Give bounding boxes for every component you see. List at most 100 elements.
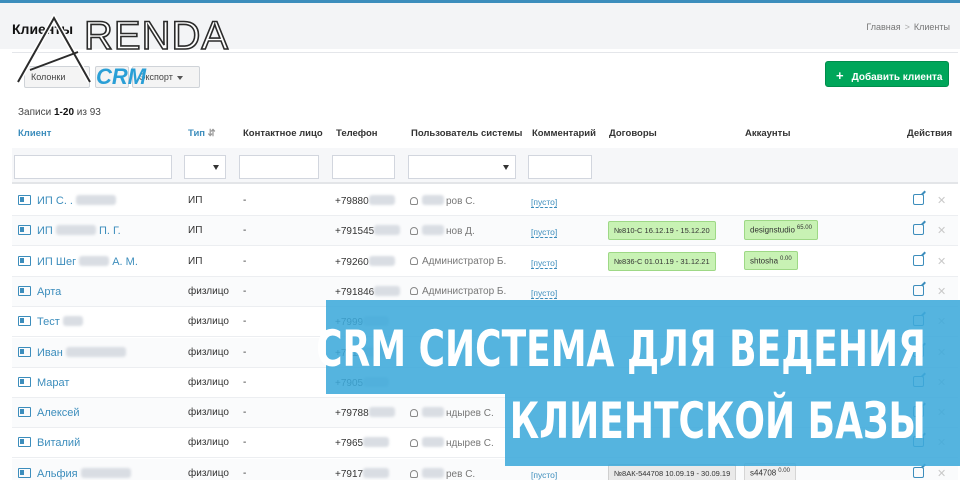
- client-name: Иван: [37, 346, 63, 359]
- client-name-link[interactable]: ИП П. Г.: [18, 225, 121, 237]
- contact-person: -: [243, 407, 247, 419]
- redacted-text: [80, 467, 131, 478]
- edit-icon[interactable]: [913, 466, 924, 478]
- client-name-link[interactable]: Тест: [18, 316, 83, 328]
- delete-icon[interactable]: ✕: [937, 255, 946, 268]
- client-name-link[interactable]: Арта: [18, 285, 62, 298]
- client-name-link[interactable]: Иван: [18, 346, 126, 359]
- system-user-name: ров С.: [446, 196, 476, 207]
- client-name-link[interactable]: Марат: [18, 376, 70, 389]
- logo-brand: RENDA: [83, 13, 230, 59]
- client-card-icon: [18, 195, 31, 205]
- redacted-text: [363, 437, 390, 448]
- comment-editable[interactable]: [пусто]: [531, 197, 558, 208]
- promo-headline-line2: КЛИЕНТСКОЙ БАЗЫ: [509, 392, 926, 450]
- user-icon: [410, 256, 418, 265]
- system-user: ров С.: [410, 195, 475, 207]
- system-user-name: рев С.: [446, 468, 476, 480]
- client-name-link[interactable]: ИП Шег А. М.: [18, 255, 138, 268]
- redacted-text: [368, 407, 395, 418]
- system-user-name: ндырев С.: [446, 438, 494, 450]
- phone-cell: +7965: [335, 437, 390, 450]
- summary-range: 1-20: [53, 107, 74, 118]
- edit-icon[interactable]: [913, 194, 924, 205]
- contract-tag[interactable]: №8АК-544708 10.09.19 - 30.09.19: [608, 463, 737, 480]
- edit-icon[interactable]: [913, 254, 924, 266]
- delete-icon[interactable]: ✕: [937, 224, 946, 237]
- phone-number: +79880: [335, 196, 369, 207]
- delete-icon[interactable]: ✕: [937, 194, 946, 207]
- filter-type-select[interactable]: [184, 155, 226, 179]
- col-contracts-header: Договоры: [609, 128, 657, 139]
- client-name-link[interactable]: ИП С. .: [18, 195, 117, 207]
- phone-number: +7917: [335, 468, 364, 480]
- client-name-link[interactable]: Алексей: [18, 407, 80, 419]
- contact-person: -: [243, 195, 247, 206]
- filter-phone-input[interactable]: [332, 155, 395, 179]
- col-accounts-header: Аккаунты: [745, 128, 791, 139]
- client-type: физлицо: [188, 437, 229, 449]
- table-row[interactable]: ИП Шег А. М. ИП - +79260 Администратор Б. [пу…: [12, 247, 958, 277]
- col-type-header[interactable]: Тип ⇵: [188, 128, 216, 139]
- sort-icon: ⇵: [207, 128, 216, 139]
- redacted-text: [62, 316, 83, 327]
- system-user-name: Администратор Б.: [422, 285, 507, 297]
- delete-icon[interactable]: ✕: [937, 285, 946, 298]
- filter-contact-input[interactable]: [239, 155, 319, 179]
- add-client-button[interactable]: + Добавить клиента: [825, 61, 949, 87]
- breadcrumb-current: Клиенты: [913, 22, 950, 32]
- client-name: Арта: [37, 285, 62, 298]
- contract-tag[interactable]: №836-С 01.01.19 - 31.12.21: [608, 251, 716, 271]
- comment-editable[interactable]: [пусто]: [531, 258, 558, 269]
- system-user: рев С.: [410, 467, 476, 480]
- client-card-icon: [18, 225, 31, 236]
- delete-icon[interactable]: ✕: [937, 467, 946, 480]
- contact-person: -: [243, 255, 247, 267]
- col-user-header: Пользователь системы: [411, 128, 523, 139]
- redacted-text: [422, 195, 444, 205]
- client-card-icon: [18, 346, 31, 357]
- system-user: ндырев С.: [410, 437, 494, 449]
- col-client-header[interactable]: Клиент: [18, 128, 51, 139]
- phone-cell: +7917: [335, 467, 390, 480]
- account-tag[interactable]: designstudio 65.00: [744, 220, 818, 240]
- filter-user-select[interactable]: [408, 155, 516, 179]
- phone-cell: +79788: [335, 407, 395, 419]
- phone-cell: +79880: [335, 195, 395, 207]
- redacted-text: [368, 255, 395, 266]
- table-row[interactable]: ИП С. . ИП - +79880 ров С. [пусто] ✕: [12, 186, 958, 216]
- account-tag[interactable]: shtosha 0.00: [744, 250, 798, 271]
- client-name: Марат: [37, 376, 70, 389]
- client-type: ИП: [188, 195, 203, 206]
- client-type: физлицо: [188, 285, 229, 297]
- contact-person: -: [243, 346, 247, 358]
- filter-comment-input[interactable]: [528, 155, 592, 179]
- edit-icon[interactable]: [913, 224, 924, 236]
- user-icon: [410, 227, 418, 236]
- table-row[interactable]: ИП П. Г. ИП - +791545 нов Д. [пусто] №810-С 16…: [12, 216, 958, 247]
- redacted-text: [422, 467, 444, 478]
- client-type: физлицо: [188, 376, 229, 388]
- client-name-link[interactable]: Альфия: [18, 467, 131, 480]
- edit-icon[interactable]: [913, 284, 924, 296]
- phone-number: +79260: [335, 256, 369, 268]
- client-name-link[interactable]: Виталий: [18, 437, 80, 449]
- client-type: физлицо: [188, 346, 229, 358]
- client-name: ИП: [37, 225, 53, 238]
- breadcrumb-home-link[interactable]: Главная: [866, 22, 900, 32]
- phone-number: +7965: [335, 438, 364, 450]
- plus-icon: +: [836, 68, 844, 83]
- comment-editable[interactable]: [пусто]: [531, 470, 558, 480]
- client-card-icon: [18, 255, 31, 266]
- client-card-icon: [18, 467, 31, 478]
- filter-client-input[interactable]: [14, 155, 172, 179]
- col-phone-header: Телефон: [336, 128, 378, 139]
- comment-editable[interactable]: [пусто]: [531, 288, 558, 299]
- redacted-text: [422, 437, 444, 448]
- contract-tag[interactable]: №810-С 16.12.19 - 15.12.20: [608, 221, 716, 241]
- comment-editable[interactable]: [пусто]: [531, 227, 558, 239]
- records-summary: Записи 1-20 из 93: [18, 107, 101, 118]
- user-icon: [410, 439, 418, 448]
- redacted-text: [55, 225, 96, 236]
- client-name: ИП Шег: [37, 255, 77, 268]
